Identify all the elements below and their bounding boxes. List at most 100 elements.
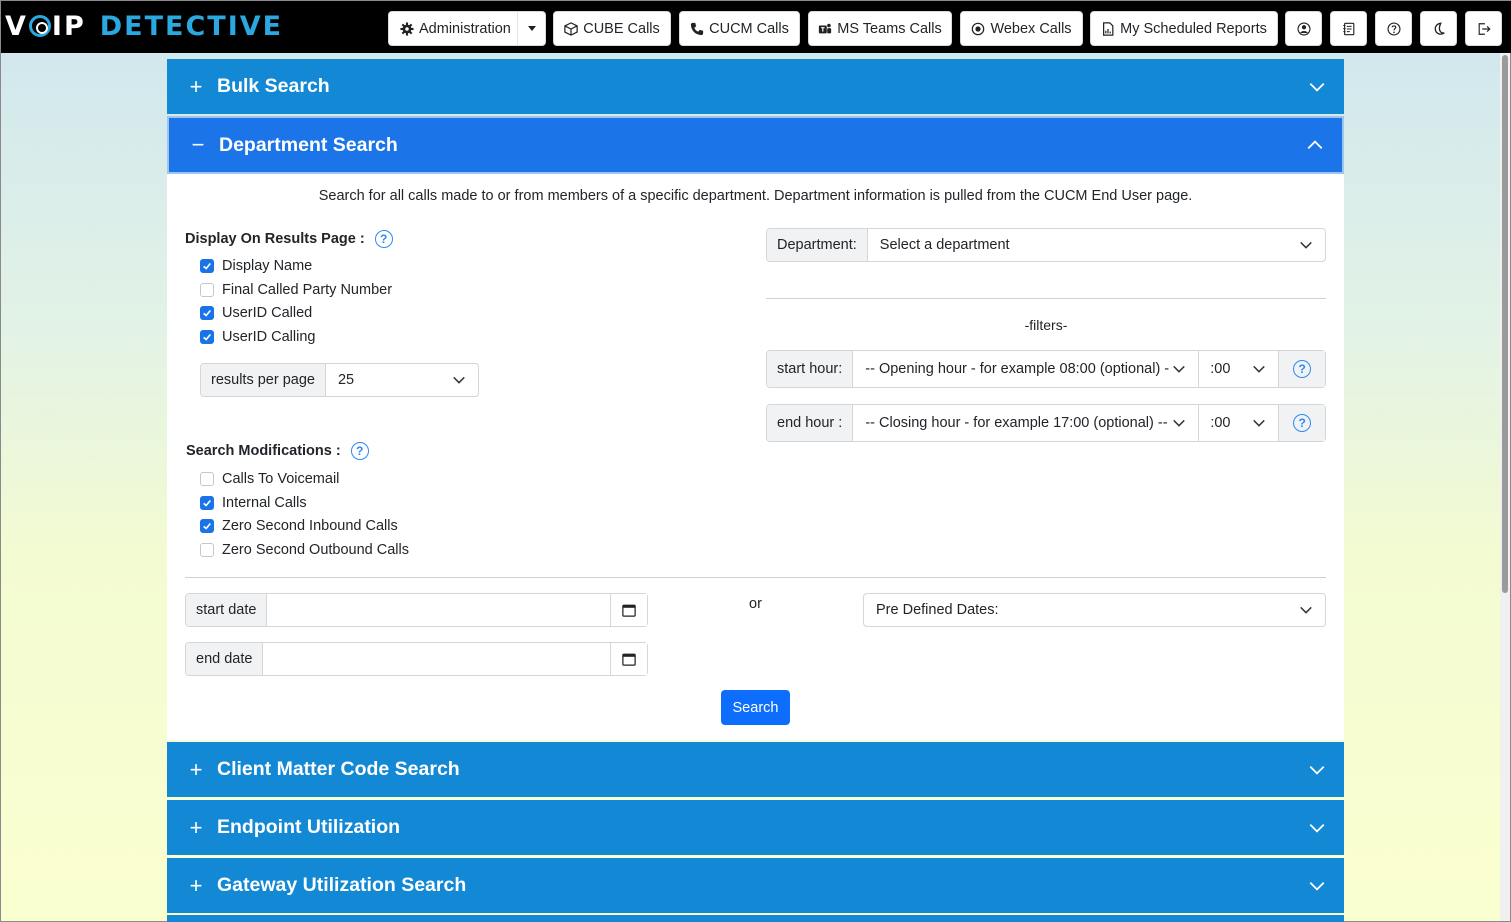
checkbox-row[interactable]: Final Called Party Number bbox=[200, 282, 392, 298]
checkbox-unchecked[interactable] bbox=[200, 282, 214, 297]
accordion-title: Endpoint Utilization bbox=[217, 816, 401, 838]
chevron-down-icon bbox=[1300, 606, 1312, 614]
department-select[interactable]: Select a department bbox=[868, 229, 1325, 261]
checkbox-label: Internal Calls bbox=[222, 494, 307, 511]
question-circle-icon: ? bbox=[1293, 360, 1312, 378]
predefined-dates-group: Pre Defined Dates: bbox=[863, 593, 1326, 627]
accordion-department-search[interactable]: − Department Search bbox=[167, 116, 1344, 174]
start-hour-label: start hour: bbox=[767, 351, 854, 387]
plus-icon: + bbox=[189, 73, 203, 99]
scheduled-reports-button[interactable]: My Scheduled Reports bbox=[1090, 11, 1278, 46]
predefined-dates-select[interactable]: Pre Defined Dates: bbox=[864, 594, 1325, 626]
end-date-picker[interactable] bbox=[610, 643, 647, 675]
results-per-page-group: results per page 25 bbox=[200, 363, 479, 397]
checkbox-unchecked[interactable] bbox=[200, 472, 214, 486]
checkbox-label: UserID Called bbox=[222, 305, 313, 321]
ms-teams-calls-button[interactable]: MS Teams Calls bbox=[808, 11, 952, 46]
start-date-input[interactable] bbox=[267, 594, 610, 626]
checkbox-row[interactable]: Display Name bbox=[200, 258, 312, 274]
end-date-input[interactable] bbox=[263, 643, 610, 675]
end-hour-select[interactable]: -- Closing hour - for example 17:00 (opt… bbox=[853, 405, 1200, 441]
record-circle-icon bbox=[972, 22, 985, 35]
administration-dropdown[interactable]: Administration bbox=[388, 11, 546, 46]
end-hour-value: -- Closing hour - for example 17:00 (opt… bbox=[865, 415, 1168, 431]
checkbox-row[interactable]: Zero Second Outbound Calls bbox=[200, 542, 409, 558]
checkbox-label: UserID Calling bbox=[222, 328, 316, 345]
checkbox-label: Zero Second Outbound Calls bbox=[222, 541, 409, 558]
page-scrollbar[interactable] bbox=[1500, 53, 1510, 921]
checkbox-row[interactable]: Zero Second Inbound Calls bbox=[200, 518, 398, 534]
webex-calls-button[interactable]: Webex Calls bbox=[960, 11, 1083, 46]
question-circle-icon[interactable]: ? bbox=[350, 442, 369, 460]
accordion-gateway-utilization-search[interactable]: + Gateway Utilization Search bbox=[167, 858, 1344, 913]
chevron-down-icon bbox=[1173, 419, 1186, 427]
gear-icon bbox=[400, 21, 414, 36]
end-hour-group: end hour : -- Closing hour - for example… bbox=[766, 404, 1326, 442]
administration-label: Administration bbox=[419, 20, 511, 37]
question-circle-icon bbox=[1386, 21, 1401, 36]
start-minute-select[interactable]: :00 bbox=[1199, 351, 1278, 387]
calendar-icon bbox=[622, 653, 636, 666]
plus-icon: + bbox=[189, 814, 203, 840]
end-minute-select[interactable]: :00 bbox=[1199, 405, 1278, 441]
search-button[interactable]: Search bbox=[721, 690, 790, 725]
start-hour-select[interactable]: -- Opening hour - for example 08:00 (opt… bbox=[853, 351, 1200, 387]
section-title-text: Search Modifications : bbox=[186, 443, 341, 459]
checkbox-checked[interactable] bbox=[200, 306, 214, 320]
display-on-results-title: Display On Results Page : ? bbox=[185, 230, 393, 248]
accordion-client-matter-code-search[interactable]: + Client Matter Code Search bbox=[167, 742, 1344, 797]
journal-button[interactable] bbox=[1330, 11, 1367, 46]
accordion-bulk-search[interactable]: + Bulk Search bbox=[167, 59, 1344, 114]
department-search-intro: Search for all calls made to or from mem… bbox=[318, 188, 1193, 204]
dark-mode-button[interactable] bbox=[1420, 11, 1457, 46]
or-label: or bbox=[749, 596, 762, 612]
scheduled-reports-label: My Scheduled Reports bbox=[1120, 20, 1267, 37]
checkbox-checked[interactable] bbox=[200, 519, 214, 533]
logout-button[interactable] bbox=[1465, 11, 1502, 46]
accordion-title: Client Matter Code Search bbox=[217, 758, 460, 780]
teams-icon bbox=[819, 23, 832, 33]
calendar-icon bbox=[622, 604, 636, 617]
question-circle-icon[interactable]: ? bbox=[374, 230, 393, 248]
start-date-picker[interactable] bbox=[610, 594, 647, 626]
administration-caret[interactable] bbox=[517, 12, 545, 45]
results-per-page-label: results per page bbox=[201, 364, 326, 396]
moon-icon bbox=[1434, 22, 1445, 35]
end-hour-help[interactable]: ? bbox=[1278, 405, 1325, 441]
profile-button[interactable] bbox=[1285, 11, 1322, 46]
start-hour-group: start hour: -- Opening hour - for exampl… bbox=[766, 350, 1326, 388]
checkbox-unchecked[interactable] bbox=[200, 542, 214, 557]
section-title-text: Display On Results Page : bbox=[185, 231, 365, 247]
cucm-calls-button[interactable]: CUCM Calls bbox=[679, 11, 800, 46]
logo-o-icon bbox=[28, 15, 51, 37]
checkbox-row[interactable]: UserID Called bbox=[200, 305, 312, 321]
checkbox-checked[interactable] bbox=[200, 259, 214, 273]
start-hour-help[interactable]: ? bbox=[1278, 351, 1325, 387]
checkbox-checked[interactable] bbox=[200, 329, 214, 344]
chevron-down-icon bbox=[1253, 365, 1266, 373]
end-hour-label: end hour : bbox=[767, 405, 854, 441]
ms-teams-calls-label: MS Teams Calls bbox=[837, 20, 942, 37]
accordion-endpoint-utilization[interactable]: + Endpoint Utilization bbox=[167, 800, 1344, 855]
top-navbar: V IP DETECTIVE Administration CUBE Calls… bbox=[1, 1, 1511, 53]
checkbox-row[interactable]: UserID Calling bbox=[200, 329, 315, 345]
chevron-up-icon bbox=[1307, 140, 1323, 150]
chevron-down-icon bbox=[453, 376, 465, 384]
start-minute-value: :00 bbox=[1210, 361, 1231, 377]
checkbox-checked[interactable] bbox=[200, 495, 214, 510]
journal-icon bbox=[1342, 22, 1354, 35]
scrollbar-thumb[interactable] bbox=[1502, 55, 1508, 593]
dates-divider bbox=[185, 577, 1326, 578]
checkbox-row[interactable]: Calls To Voicemail bbox=[200, 471, 339, 487]
department-group: Department: Select a department bbox=[766, 228, 1326, 262]
end-date-label: end date bbox=[186, 643, 264, 675]
department-label: Department: bbox=[767, 229, 868, 261]
file-chart-icon bbox=[1103, 21, 1114, 36]
check-icon bbox=[203, 333, 211, 341]
checkbox-row[interactable]: Internal Calls bbox=[200, 495, 307, 511]
results-per-page-select[interactable]: 25 bbox=[326, 364, 478, 396]
department-search-panel: Search for all calls made to or from mem… bbox=[167, 174, 1344, 740]
cube-calls-button[interactable]: CUBE Calls bbox=[553, 11, 671, 46]
voip-detective-logo[interactable]: V IP DETECTIVE bbox=[5, 9, 283, 43]
help-button[interactable] bbox=[1375, 11, 1412, 46]
